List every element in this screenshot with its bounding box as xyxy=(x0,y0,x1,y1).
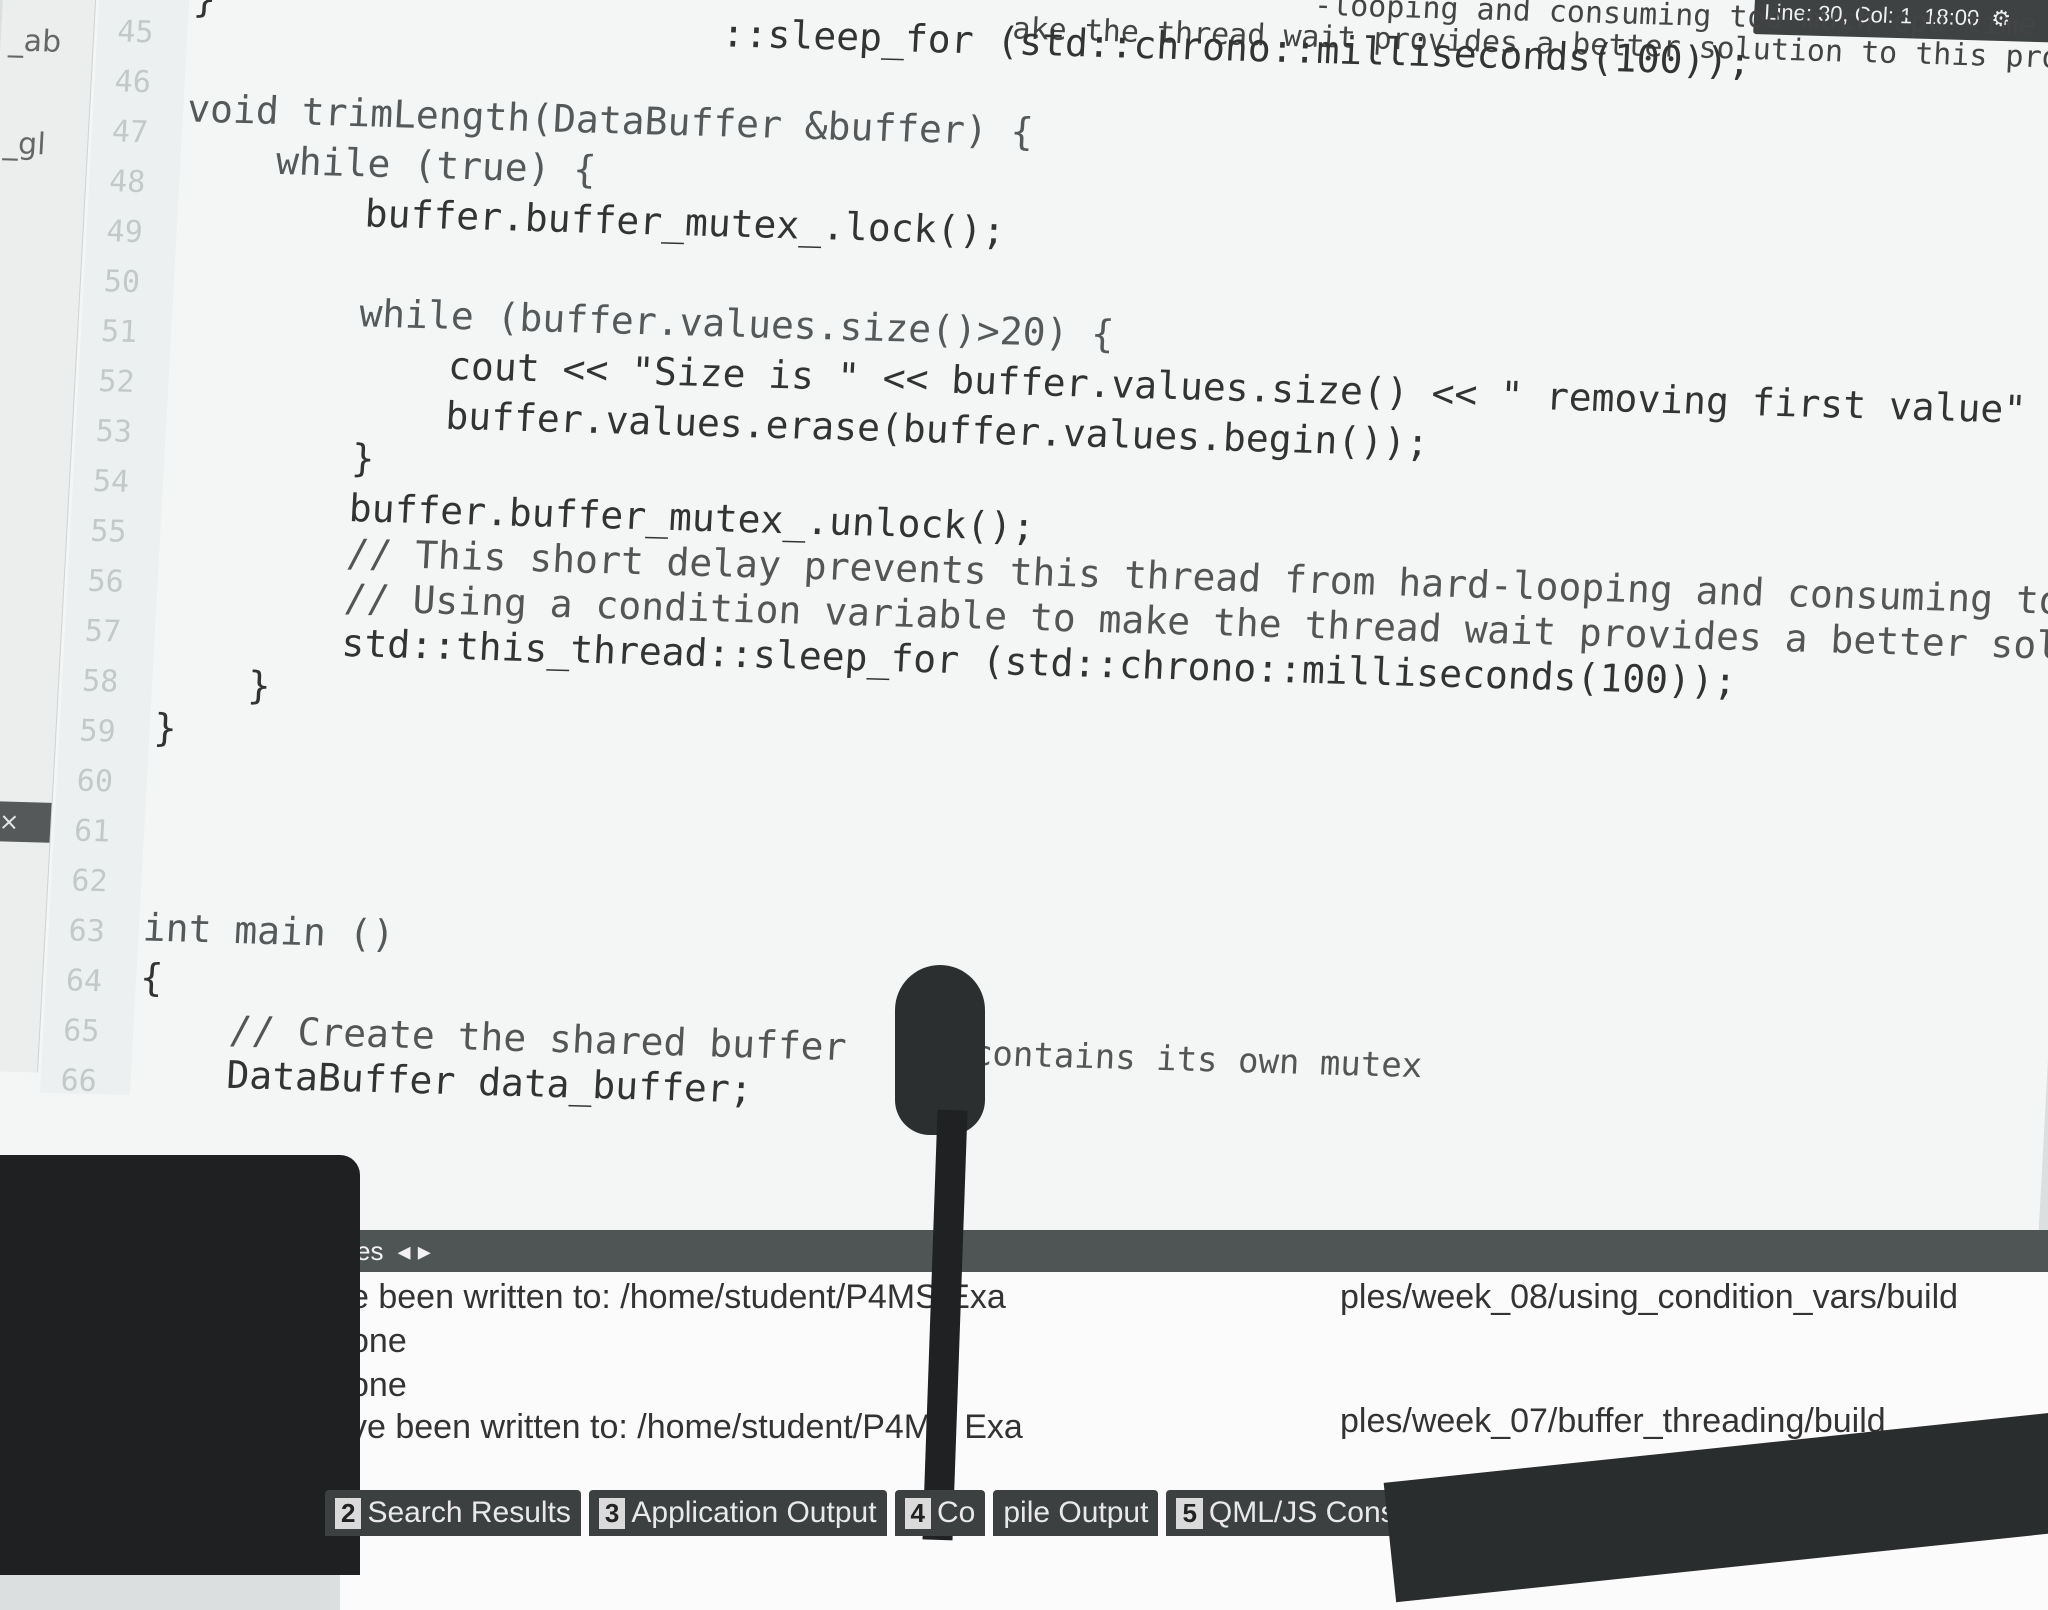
arrow-icon[interactable]: ◂ ▸ xyxy=(397,1236,430,1267)
code-line: } xyxy=(192,0,217,21)
code-line: while (true) { xyxy=(183,136,597,191)
line-number: 50 xyxy=(103,264,141,300)
line-number: 57 xyxy=(84,614,122,650)
line-number: 64 xyxy=(65,963,103,999)
line-number: 51 xyxy=(100,314,138,350)
output-line: ve been written to: /home/student/P4MS E… xyxy=(350,1408,1023,1447)
output-tabs: 2 Search Results 3 Application Output 4 … xyxy=(325,1480,1525,1536)
output-line: e been written to: /home/student/P4MS Ex… xyxy=(350,1278,1006,1317)
line-number: 60 xyxy=(76,764,114,800)
line-number: 48 xyxy=(108,164,146,200)
code-comment: contains its own mutex xyxy=(971,1034,1423,1087)
line-number: 49 xyxy=(106,214,144,250)
line-number: 63 xyxy=(68,913,106,949)
code-line: } xyxy=(155,661,272,708)
line-number: 46 xyxy=(114,64,152,100)
line-number: 45 xyxy=(116,14,154,50)
tab-search-results[interactable]: 2 Search Results xyxy=(325,1490,581,1536)
line-number: 66 xyxy=(60,1063,98,1099)
line-number: 58 xyxy=(81,664,119,700)
tab-application-output[interactable]: 3 Application Output xyxy=(589,1490,887,1536)
output-pane-title: es xyxy=(356,1236,383,1267)
line-number: 65 xyxy=(62,1013,100,1049)
tab-compile-output-tail[interactable]: pile Output xyxy=(993,1490,1158,1536)
line-number: 59 xyxy=(79,714,117,750)
tab-compile-output[interactable]: 4 Co xyxy=(895,1490,986,1536)
close-icon[interactable]: × xyxy=(0,807,20,836)
line-number: 53 xyxy=(95,414,133,450)
code-line: } xyxy=(167,431,375,481)
code-line: { xyxy=(139,955,164,1000)
code-editor[interactable]: } -looping and consuming too much cpu ti… xyxy=(134,0,2048,1148)
line-number: 56 xyxy=(87,564,125,600)
output-line: ples/week_08/using_condition_vars/build xyxy=(1340,1278,1958,1317)
line-number: 52 xyxy=(98,364,136,400)
line-number: 47 xyxy=(111,114,149,150)
laptop-lid xyxy=(0,1155,360,1575)
code-line: } xyxy=(153,706,178,751)
sidebar-toolbar: B▸ × xyxy=(0,800,52,843)
output-pane-header: es ◂ ▸ xyxy=(340,1230,2048,1272)
sidebar-snippet[interactable]: _gl xyxy=(2,126,46,162)
function-signature: int main () xyxy=(142,905,396,956)
sidebar-snippet[interactable]: _ab xyxy=(8,23,62,59)
output-line: ples/week_07/buffer_threading/build xyxy=(1340,1402,1886,1441)
code-line: buffer.buffer_mutex_.lock(); xyxy=(181,186,1007,253)
line-number: 54 xyxy=(92,464,130,500)
line-number: 62 xyxy=(70,863,108,899)
line-number: 61 xyxy=(73,813,111,849)
line-number: 55 xyxy=(89,514,127,550)
